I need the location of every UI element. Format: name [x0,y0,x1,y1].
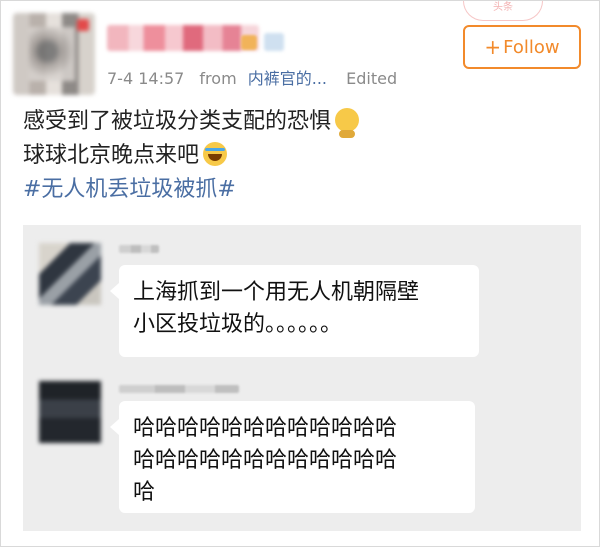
plus-icon: + [484,35,502,59]
chat-avatar [39,243,101,305]
thinking-face-icon [335,108,360,138]
avatar[interactable] [13,13,95,95]
chat-name-blurred [119,245,159,253]
chat-name-blurred [119,385,239,393]
post-line-1: 感受到了被垃圾分类支配的恐惧 [23,105,360,139]
post-meta: 7-4 14:57 from 内裤官的... Edited [107,65,397,89]
from-label: from [199,69,237,88]
chat-bubble: 哈哈哈哈哈哈哈哈哈哈哈哈 哈哈哈哈哈哈哈哈哈哈哈哈 哈 [110,401,475,513]
laughing-tears-icon [203,142,228,166]
watermark-stamp: 头条 [463,1,543,21]
post-line-2: 球球北京晚点来吧 [23,139,359,173]
hashtag-link[interactable]: #无人机丢垃圾被抓# [23,173,359,207]
verified-badge-icon [241,35,257,50]
chat-avatar [39,381,101,443]
chat-screenshot-image[interactable]: 上海抓到一个用无人机朝隔壁 小区投垃圾的。。。。。。 哈哈哈哈哈哈哈哈哈哈哈哈 … [23,225,581,531]
chat-bubble: 上海抓到一个用无人机朝隔壁 小区投垃圾的。。。。。。 [110,265,479,357]
follow-label: Follow [503,36,560,58]
post-body: 感受到了被垃圾分类支配的恐惧 球球北京晚点来吧 #无人机丢垃圾被抓# [23,105,360,207]
follow-button[interactable]: + Follow [463,25,581,69]
username-blurred[interactable] [107,25,259,51]
post-source-link[interactable]: 内裤官的... [248,69,327,88]
post-card: 头条 7-4 14:57 from 内裤官的... Edited + Follo… [0,0,600,547]
post-timestamp: 7-4 14:57 [107,69,185,88]
edited-label: Edited [346,69,398,88]
member-badge-icon [264,33,284,51]
